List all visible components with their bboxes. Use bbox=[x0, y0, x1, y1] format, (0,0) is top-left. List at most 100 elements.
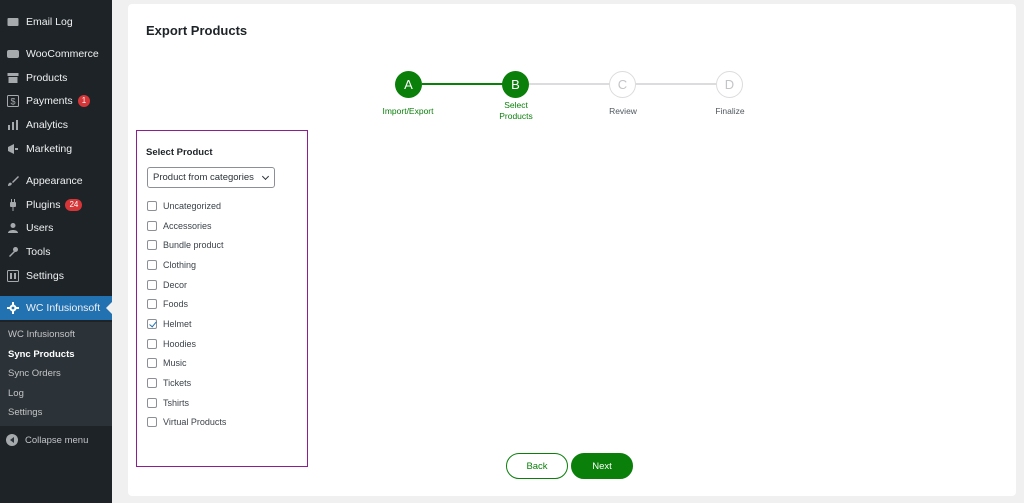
dropdown-value: Product from categories bbox=[153, 172, 254, 183]
category-row[interactable]: Tickets bbox=[147, 376, 191, 390]
sidebar-item-wc-infusionsoft[interactable]: WC Infusionsoft bbox=[0, 296, 112, 320]
next-button[interactable]: Next bbox=[571, 453, 633, 479]
sidebar-item-marketing[interactable]: Marketing bbox=[0, 137, 112, 161]
category-checkbox[interactable] bbox=[147, 201, 157, 211]
sidebar-item-users[interactable]: Users bbox=[0, 216, 112, 240]
category-checkbox[interactable] bbox=[147, 260, 157, 270]
sidebar-item-payments[interactable]: $ Payments 1 bbox=[0, 89, 112, 113]
category-row[interactable]: Tshirts bbox=[147, 396, 189, 410]
category-label: Tshirts bbox=[163, 398, 190, 408]
category-label: Music bbox=[163, 358, 187, 368]
sidebar-item-woocommerce[interactable]: WooCommerce bbox=[0, 42, 112, 66]
user-icon bbox=[6, 221, 20, 235]
select-product-title: Select Product bbox=[146, 147, 213, 158]
sidebar-item-label: Appearance bbox=[26, 175, 83, 187]
step-label-c: Review bbox=[609, 106, 637, 116]
plug-icon bbox=[6, 198, 20, 212]
category-row[interactable]: Music bbox=[147, 356, 187, 370]
category-row[interactable]: Helmet bbox=[147, 317, 192, 331]
submenu-item-sync-products[interactable]: Sync Products bbox=[8, 345, 75, 363]
category-checkbox[interactable] bbox=[147, 299, 157, 309]
sidebar-item-settings[interactable]: Settings bbox=[0, 264, 112, 288]
collapse-menu-label: Collapse menu bbox=[25, 434, 89, 446]
active-menu-arrow bbox=[106, 302, 112, 314]
back-button[interactable]: Back bbox=[506, 453, 568, 479]
category-checkbox[interactable] bbox=[147, 417, 157, 427]
sidebar-item-label: Analytics bbox=[26, 119, 69, 131]
payments-badge: 1 bbox=[77, 95, 91, 107]
svg-text:$: $ bbox=[11, 97, 16, 107]
category-label: Virtual Products bbox=[163, 417, 227, 427]
category-label: Decor bbox=[163, 280, 188, 290]
sidebar-item-label: Marketing bbox=[26, 143, 73, 155]
sidebar-item-products[interactable]: Products bbox=[0, 66, 112, 90]
sidebar-submenu: WC Infusionsoft Sync Products Sync Order… bbox=[0, 322, 112, 426]
category-row[interactable]: Foods bbox=[147, 297, 188, 311]
category-label: Accessories bbox=[163, 221, 212, 231]
sidebar-item-appearance[interactable]: Appearance bbox=[0, 169, 112, 193]
submenu-item-wc-infusionsoft[interactable]: WC Infusionsoft bbox=[8, 325, 75, 343]
category-checkbox[interactable] bbox=[147, 378, 157, 388]
category-label: Tickets bbox=[163, 378, 192, 388]
sidebar-item-email-log[interactable]: Email Log bbox=[0, 10, 112, 34]
sidebar-item-label: Payments bbox=[26, 95, 73, 107]
sidebar-item-label: Tools bbox=[26, 246, 51, 258]
page-title: Export Products bbox=[146, 23, 248, 38]
archive-icon bbox=[6, 71, 20, 85]
brush-icon bbox=[6, 174, 20, 188]
step-label-a: Import/Export bbox=[382, 106, 434, 116]
sidebar-item-label: Plugins bbox=[26, 199, 61, 211]
gear-icon bbox=[6, 301, 20, 315]
sidebar-item-label: WC Infusionsoft bbox=[26, 302, 101, 314]
category-row[interactable]: Decor bbox=[147, 278, 187, 292]
step-circle-d[interactable]: D bbox=[716, 71, 743, 98]
export-products-panel: Export Products A B C D Import/Export Se… bbox=[128, 4, 1016, 496]
category-checkbox[interactable] bbox=[147, 398, 157, 408]
category-label: Foods bbox=[163, 299, 189, 309]
sidebar-item-plugins[interactable]: Plugins 24 bbox=[0, 193, 112, 217]
wrench-icon bbox=[6, 245, 20, 259]
collapse-arrow-icon bbox=[6, 434, 18, 446]
submenu-item-sync-orders[interactable]: Sync Orders bbox=[8, 364, 61, 382]
sidebar-item-tools[interactable]: Tools bbox=[0, 240, 112, 264]
category-checkbox[interactable] bbox=[147, 240, 157, 250]
sliders-icon bbox=[6, 269, 20, 283]
step-circle-b[interactable]: B bbox=[502, 71, 529, 98]
category-label: Clothing bbox=[163, 260, 197, 270]
category-label: Helmet bbox=[163, 319, 192, 329]
category-checkbox[interactable] bbox=[147, 221, 157, 231]
step-circle-c[interactable]: C bbox=[609, 71, 636, 98]
category-label: Bundle product bbox=[163, 240, 224, 250]
category-row[interactable]: Uncategorized bbox=[147, 199, 221, 213]
category-checkbox[interactable] bbox=[147, 280, 157, 290]
select-product-box: Select Product Product from categories U… bbox=[136, 130, 308, 467]
sidebar-item-analytics[interactable]: Analytics bbox=[0, 113, 112, 137]
step-circle-a[interactable]: A bbox=[395, 71, 422, 98]
product-source-dropdown[interactable]: Product from categories bbox=[147, 167, 275, 188]
category-row[interactable]: Bundle product bbox=[147, 238, 224, 252]
category-label: Uncategorized bbox=[163, 201, 222, 211]
megaphone-icon bbox=[6, 142, 20, 156]
envelope-icon bbox=[6, 15, 20, 29]
submenu-item-settings[interactable]: Settings bbox=[8, 403, 42, 421]
chevron-down-icon bbox=[261, 172, 270, 181]
category-checkbox-checked[interactable] bbox=[147, 319, 157, 329]
category-row[interactable]: Virtual Products bbox=[147, 415, 226, 429]
category-row[interactable]: Accessories bbox=[147, 219, 212, 233]
sidebar-item-label: Products bbox=[26, 72, 68, 84]
submenu-item-log[interactable]: Log bbox=[8, 384, 24, 402]
admin-sidebar: Email Log WooCommerce Products $ Payment… bbox=[0, 0, 112, 503]
category-label: Hoodies bbox=[163, 339, 197, 349]
sidebar-item-label: Email Log bbox=[26, 16, 73, 28]
step-label-b: Select Products bbox=[499, 100, 533, 121]
category-checkbox[interactable] bbox=[147, 339, 157, 349]
category-checkbox[interactable] bbox=[147, 358, 157, 368]
sidebar-item-label: WooCommerce bbox=[26, 48, 99, 60]
sidebar-item-label: Settings bbox=[26, 270, 64, 282]
category-row[interactable]: Clothing bbox=[147, 258, 196, 272]
sidebar-item-label: Users bbox=[26, 222, 54, 234]
category-row[interactable]: Hoodies bbox=[147, 337, 196, 351]
plugins-badge: 24 bbox=[65, 199, 83, 211]
dollar-icon: $ bbox=[6, 94, 20, 108]
collapse-menu-button[interactable]: Collapse menu bbox=[0, 430, 112, 450]
